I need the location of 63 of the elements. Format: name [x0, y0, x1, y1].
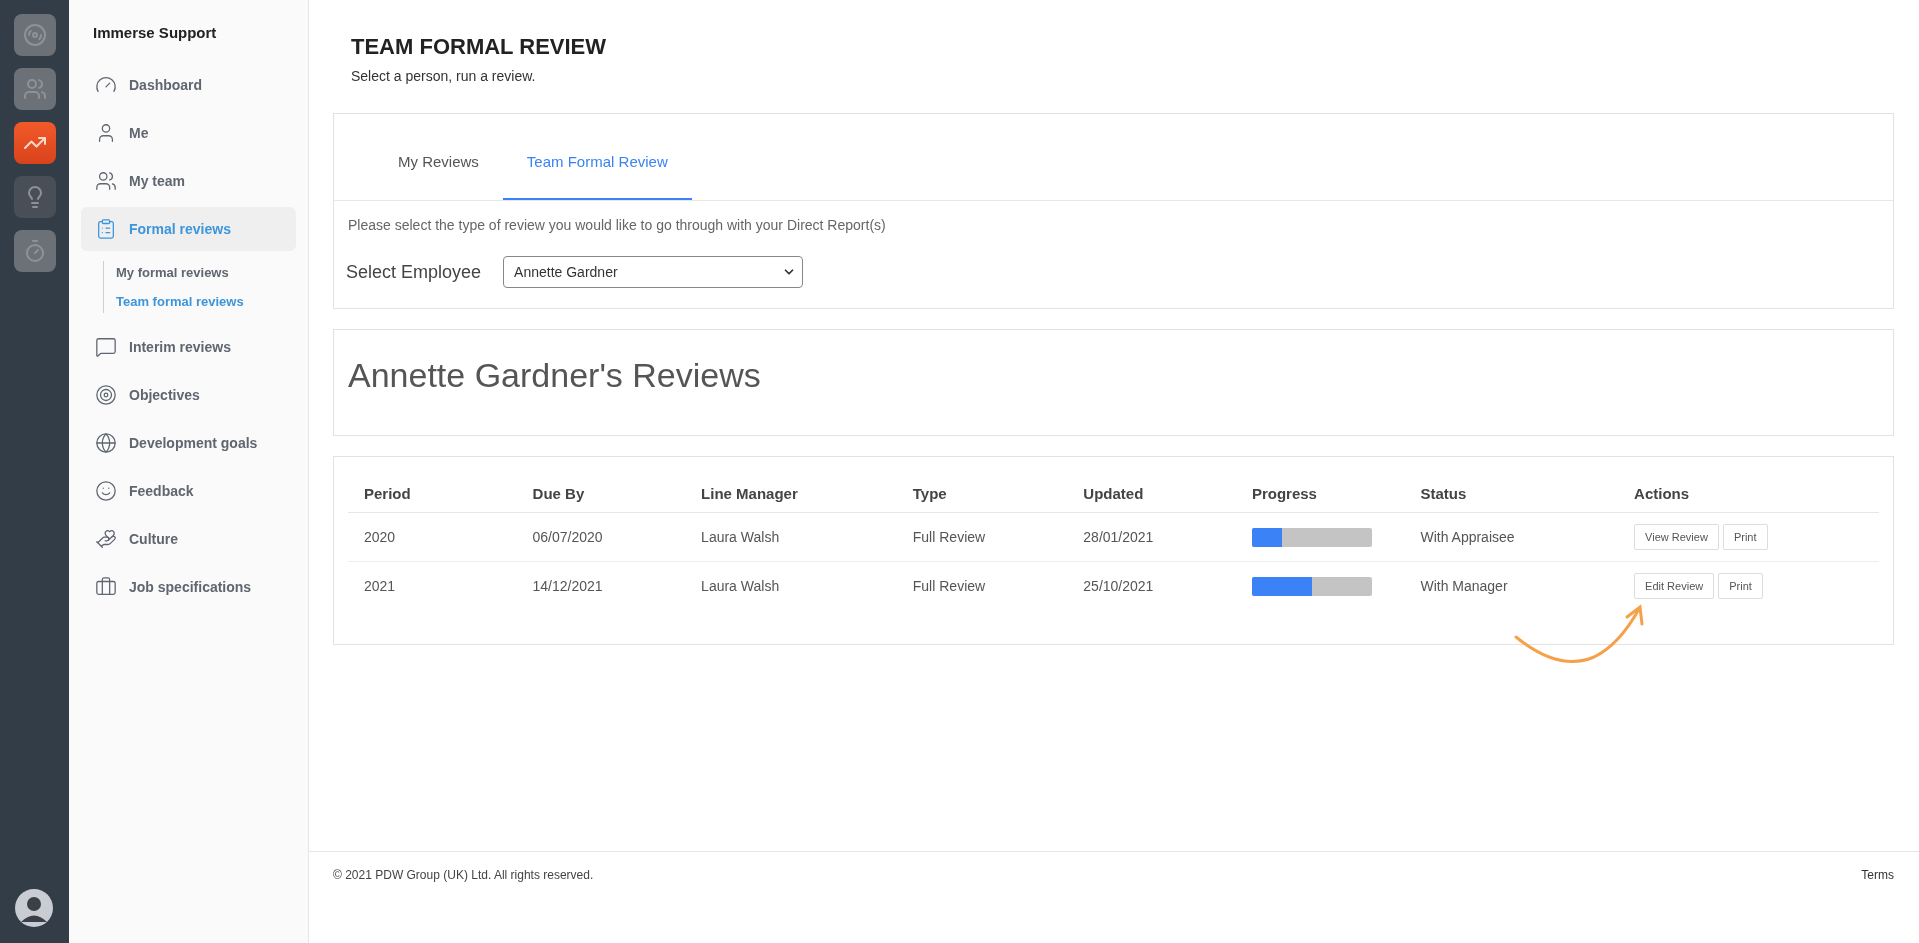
column-header: Progress	[1235, 471, 1405, 513]
table-cell: Laura Walsh	[685, 561, 897, 610]
column-header: Updated	[1067, 471, 1236, 513]
hand-heart-icon	[95, 528, 117, 550]
app-button[interactable]	[13, 14, 56, 56]
page-subtitle: Select a person, run a review.	[351, 68, 536, 84]
table-cell: 06/07/2020	[516, 512, 686, 562]
select-label: Select Employee	[346, 261, 482, 283]
tab[interactable]: Team Formal Review	[502, 144, 692, 200]
action-button[interactable]: Edit Review	[1634, 573, 1715, 599]
app-button[interactable]	[13, 68, 56, 110]
table-cell: Full Review	[896, 512, 1068, 562]
tab[interactable]: My Reviews	[374, 144, 503, 200]
nav-item[interactable]: Interim reviews	[81, 325, 296, 369]
nav-item[interactable]: Culture	[81, 517, 296, 561]
table-cell: 25/10/2021	[1067, 561, 1236, 610]
table-cell: Full Review	[896, 561, 1068, 610]
action-button[interactable]: Print	[1722, 524, 1768, 550]
terms-link[interactable]: Terms	[1861, 868, 1894, 943]
app-title: Immerse Support	[93, 24, 218, 41]
disc-icon	[22, 23, 47, 47]
table-cell: With Manager	[1404, 561, 1619, 610]
employee-select[interactable]: Annette Gardner	[503, 256, 804, 288]
nav-item[interactable]: Me	[81, 111, 296, 155]
smile-icon	[95, 480, 117, 502]
people-icon	[22, 77, 47, 101]
table-cell: 14/12/2021	[516, 561, 686, 610]
target-icon	[95, 384, 117, 406]
chat-icon	[95, 336, 117, 358]
column-header: Actions	[1618, 471, 1879, 513]
copyright: © 2021 PDW Group (UK) Ltd. All rights reserved.	[333, 868, 594, 884]
action-button[interactable]: View Review	[1634, 524, 1719, 550]
action-button[interactable]: Print	[1718, 573, 1763, 599]
nav-item[interactable]: Formal reviews	[81, 207, 296, 251]
nav-subitem[interactable]: My formal reviews	[116, 265, 296, 280]
nav-subitem[interactable]: Team formal reviews	[116, 294, 296, 309]
clipboard-icon	[95, 218, 117, 240]
table-cell: With Appraisee	[1404, 512, 1619, 562]
briefcase-icon	[95, 576, 117, 598]
column-header: Due By	[516, 471, 686, 513]
instructions: Please select the type of review you would like to go through with your Direct Report(s)	[347, 216, 887, 233]
people-icon	[95, 170, 117, 192]
app-button[interactable]	[13, 122, 56, 164]
table-cell: Laura Walsh	[685, 512, 897, 562]
table-cell: 2021	[348, 561, 517, 610]
nav-item[interactable]: Feedback	[81, 469, 296, 513]
column-header: Period	[348, 471, 517, 513]
app-button[interactable]	[13, 230, 56, 272]
nav-item[interactable]: Development goals	[81, 421, 296, 465]
reviews-heading: Annette Gardner's Reviews	[347, 355, 762, 396]
page-title: TEAM FORMAL REVIEW	[351, 34, 607, 60]
table-cell: 2020	[348, 512, 517, 562]
nav-item[interactable]: My team	[81, 159, 296, 203]
column-header: Type	[896, 471, 1068, 513]
nav-item[interactable]: Job specifications	[81, 565, 296, 609]
column-header: Status	[1404, 471, 1619, 513]
nav-item[interactable]: Objectives	[81, 373, 296, 417]
app-button[interactable]	[13, 176, 56, 218]
avatar[interactable]	[15, 889, 53, 927]
column-header: Line Manager	[685, 471, 897, 513]
table-cell: 28/01/2021	[1067, 512, 1236, 562]
ball-icon	[95, 432, 117, 454]
nav-item[interactable]: Dashboard	[81, 63, 296, 107]
